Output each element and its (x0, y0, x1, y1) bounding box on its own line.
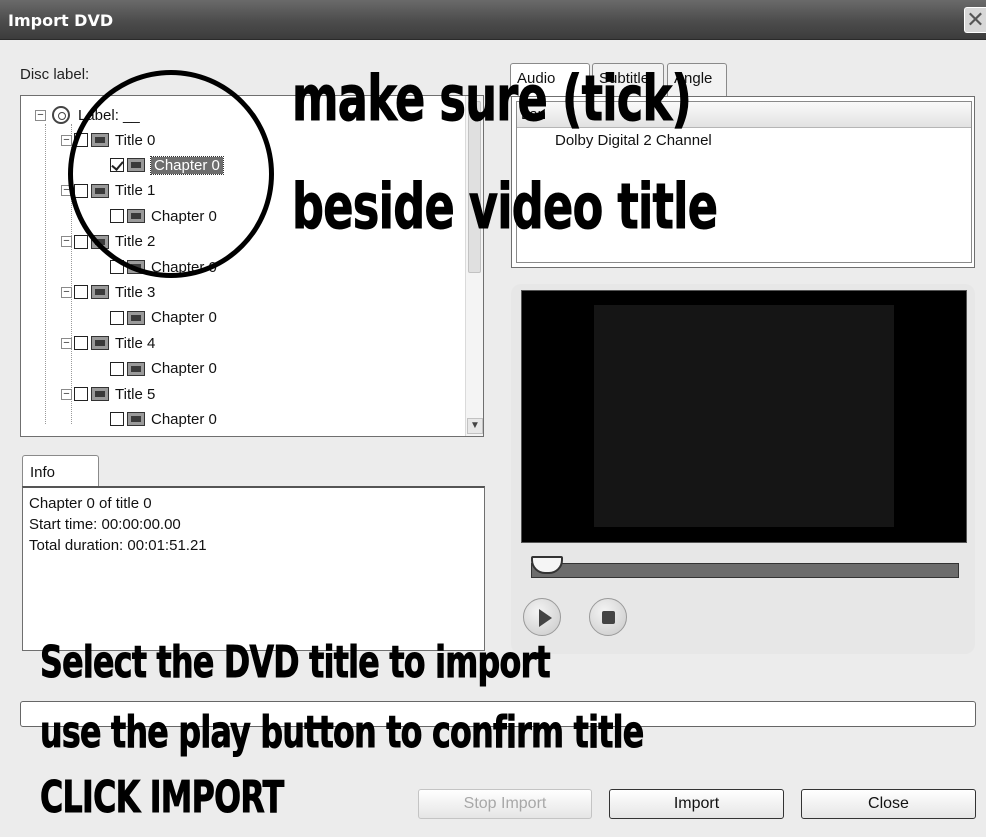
tab-info[interactable]: Info (22, 455, 99, 487)
tab-subtitle[interactable]: Subtitle (592, 63, 664, 97)
film-icon (91, 183, 109, 198)
tree-root[interactable]: − Label: __ (35, 104, 140, 126)
title-tree[interactable]: − Label: __ − Title 0 Chapter 0 − Title 1 Cha… (20, 95, 484, 437)
title-checkbox[interactable] (74, 336, 88, 351)
tree-chapter-item[interactable]: Chapter 0 (110, 358, 217, 380)
film-icon (127, 412, 145, 427)
info-line: Start time: 00:00:00.00 (29, 516, 181, 533)
chapter-label: Chapter 0 (151, 207, 217, 225)
collapse-icon[interactable]: − (61, 185, 72, 197)
seek-bar[interactable] (531, 563, 959, 578)
film-icon (91, 387, 109, 401)
info-line: Chapter 0 of title 0 (29, 495, 152, 512)
title-label: Title 1 (115, 182, 156, 200)
title-checkbox[interactable] (74, 133, 88, 147)
tree-chapter-item[interactable]: Chapter 0 (110, 205, 217, 227)
stop-button[interactable] (589, 598, 627, 636)
root-label: Label: __ (78, 106, 140, 124)
tree-chapter-item[interactable]: Chapter 0 (110, 408, 217, 430)
player-panel (511, 284, 975, 654)
import-button[interactable]: Import (609, 789, 784, 819)
collapse-icon[interactable]: − (61, 236, 72, 248)
collapse-icon[interactable]: − (35, 109, 46, 121)
title-label: Title 0 (115, 131, 156, 149)
title-bar: Import DVD ✕ (0, 0, 986, 40)
chapter-label: Chapter 0 (150, 155, 224, 175)
chapter-checkbox[interactable] (110, 310, 124, 325)
tree-connector (71, 124, 72, 424)
title-label: Title 2 (115, 233, 156, 251)
title-checkbox[interactable] (74, 183, 88, 198)
film-icon (91, 336, 109, 351)
disc-label-caption: Disc label: (20, 66, 90, 83)
audio-list[interactable]: Lan Dolby Digital 2 Channel (516, 101, 972, 263)
tree-title-item[interactable]: − Title 1 (61, 180, 155, 202)
disc-icon (52, 106, 70, 124)
chapter-label: Chapter 0 (151, 309, 217, 327)
chapter-label: Chapter 0 (151, 258, 217, 276)
video-frame (594, 305, 894, 527)
stop-import-button[interactable]: Stop Import (418, 789, 592, 819)
play-button[interactable] (523, 598, 561, 636)
tree-connector (45, 124, 46, 424)
annotation-bottom-line3: CLICK IMPORT (40, 772, 285, 824)
info-line: Total duration: 00:01:51.21 (29, 537, 207, 554)
collapse-icon[interactable]: − (61, 337, 72, 349)
film-icon (91, 285, 109, 300)
chapter-checkbox[interactable] (110, 209, 124, 224)
tab-angle[interactable]: Angle (667, 63, 727, 97)
chapter-label: Chapter 0 (151, 410, 217, 428)
film-icon (127, 361, 145, 376)
collapse-icon[interactable]: − (61, 388, 72, 400)
scroll-down-icon[interactable]: ▼ (467, 418, 483, 434)
tree-title-item[interactable]: − Title 4 (61, 332, 155, 354)
tab-audio[interactable]: Audio (510, 63, 590, 97)
chapter-checkbox[interactable] (110, 260, 124, 274)
window-title: Import DVD (8, 11, 114, 30)
close-button[interactable]: Close (801, 789, 976, 819)
chapter-checkbox[interactable] (110, 361, 124, 376)
film-icon (127, 209, 145, 224)
title-label: Title 5 (115, 385, 156, 403)
video-preview (521, 290, 967, 543)
scrollbar-thumb[interactable] (468, 101, 481, 273)
tree-title-item[interactable]: − Title 0 (61, 129, 155, 151)
film-icon (127, 158, 145, 173)
chapter-label: Chapter 0 (151, 360, 217, 378)
tree-chapter-item[interactable]: Chapter 0 (110, 307, 217, 329)
tree-chapter-item[interactable]: Chapter 0 (110, 154, 224, 176)
info-panel: Chapter 0 of title 0 Start time: 00:00:0… (22, 486, 485, 651)
title-checkbox[interactable] (74, 285, 88, 300)
title-label: Title 4 (115, 334, 156, 352)
tree-title-item[interactable]: − Title 5 (61, 383, 155, 405)
close-icon[interactable]: ✕ (964, 7, 986, 33)
film-icon (91, 133, 109, 147)
chapter-checkbox[interactable] (110, 158, 124, 173)
chapter-checkbox[interactable] (110, 412, 124, 427)
film-icon (127, 260, 145, 274)
import-progress-field (20, 701, 976, 727)
tree-scrollbar[interactable]: ▼ (465, 96, 483, 436)
tree-chapter-item[interactable]: Chapter 0 (110, 256, 217, 278)
audio-panel: Lan Dolby Digital 2 Channel (511, 96, 975, 268)
title-checkbox[interactable] (74, 387, 88, 401)
title-label: Title 3 (115, 283, 156, 301)
tree-title-item[interactable]: − Title 2 (61, 231, 155, 253)
tree-title-item[interactable]: − Title 3 (61, 281, 155, 303)
audio-track-item[interactable]: Dolby Digital 2 Channel (555, 132, 712, 149)
film-icon (127, 310, 145, 325)
title-checkbox[interactable] (74, 234, 88, 249)
audio-column-header[interactable]: Lan (517, 102, 971, 128)
film-icon (91, 234, 109, 249)
collapse-icon[interactable]: − (61, 134, 72, 146)
collapse-icon[interactable]: − (61, 286, 72, 298)
